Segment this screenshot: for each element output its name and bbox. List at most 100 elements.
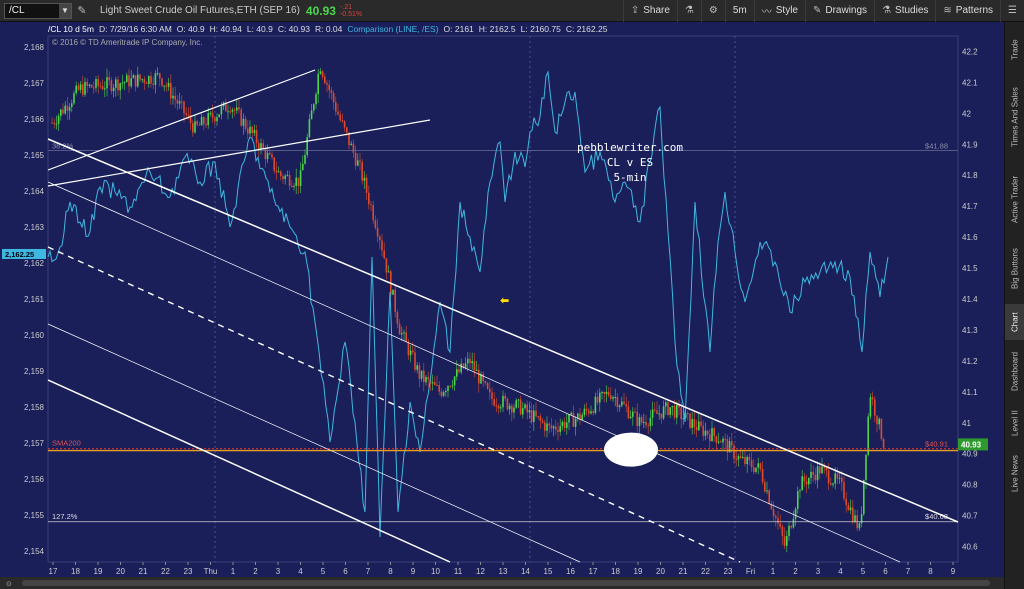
candle-body: [511, 405, 513, 413]
candle-body: [566, 422, 568, 428]
candle-body: [812, 471, 814, 475]
studies-button[interactable]: ⚗ Studies: [874, 0, 935, 22]
x-axis-tick-label: Thu: [204, 567, 218, 576]
candle-body: [423, 370, 425, 383]
tab-active-trader[interactable]: Active Trader: [1005, 164, 1024, 234]
candle-body: [297, 177, 300, 187]
candle-body: [882, 439, 885, 448]
channel-lower-mid-line: [47, 323, 581, 563]
fib-1272-label: 127.2%: [52, 512, 78, 521]
tab-big-buttons[interactable]: Big Buttons: [1005, 238, 1024, 300]
candle-body: [456, 369, 458, 377]
x-axis-tick-label: 17: [49, 567, 58, 576]
x-axis-tick-label: 1: [771, 567, 776, 576]
candle-body: [398, 323, 401, 335]
arrow-left-icon: ⬅: [500, 295, 509, 307]
candle-body: [649, 417, 652, 426]
right-axis-tick-label: 40.6: [962, 543, 978, 552]
tab-times-and-sales[interactable]: Times And Sales: [1005, 74, 1024, 160]
candle-body: [843, 482, 845, 499]
candle-body: [594, 396, 597, 414]
candle-body: [141, 79, 143, 81]
candle-body: [830, 483, 832, 485]
candle-body: [409, 350, 412, 356]
candle-body: [335, 102, 337, 112]
candle-body: [539, 416, 542, 421]
chart-info-bar: /CL 10 d 5m D: 7/29/16 6:30 AM O: 40.9 H…: [48, 22, 607, 36]
x-axis-tick-label: 8: [388, 567, 393, 576]
x-axis-tick-label: 21: [679, 567, 688, 576]
candle-body: [295, 177, 297, 186]
candle-body: [878, 418, 880, 425]
candle-body: [863, 479, 865, 515]
right-axis-tick-label: 42.1: [962, 78, 978, 87]
candle-body: [768, 490, 770, 504]
candle-body: [343, 121, 346, 128]
patterns-button[interactable]: ≋ Patterns: [935, 0, 1000, 22]
drawings-button[interactable]: ✎ Drawings: [804, 0, 874, 22]
menu-button[interactable]: ☰: [1000, 0, 1024, 22]
tab-chart[interactable]: Chart: [1005, 304, 1024, 340]
flask-button[interactable]: ⚗: [676, 0, 701, 22]
candle-body: [82, 84, 84, 95]
candle-body: [623, 401, 625, 405]
candle-body: [156, 73, 159, 75]
candle-body: [574, 418, 577, 427]
candle-body: [618, 405, 621, 408]
candle-body: [396, 311, 399, 324]
candle-body: [880, 418, 883, 440]
candle-body: [491, 392, 493, 400]
x-axis-tick-label: 9: [411, 567, 416, 576]
candle-body: [489, 388, 491, 393]
candle-body: [535, 410, 537, 417]
tab-trade[interactable]: Trade: [1005, 30, 1024, 70]
candle-body: [392, 289, 394, 295]
symbol-input[interactable]: /CL ▼: [4, 2, 72, 19]
bar-high: H: 40.94: [209, 24, 242, 34]
candle-body: [537, 416, 539, 418]
tab-live-news[interactable]: Live News: [1005, 448, 1024, 500]
candle-body: [552, 426, 555, 429]
link-icon[interactable]: ✎: [72, 4, 92, 17]
right-axis-tick-label: 42: [962, 109, 971, 118]
candle-body: [143, 79, 146, 83]
candle-body: [55, 123, 58, 125]
candle-body: [680, 407, 682, 420]
chevron-down-icon[interactable]: ▼: [59, 3, 71, 18]
candle-body: [816, 466, 819, 481]
settings-button[interactable]: ⚙: [700, 0, 725, 22]
tab-level-ii[interactable]: Level II: [1005, 402, 1024, 444]
share-button[interactable]: ⇪ Share: [622, 0, 677, 22]
candle-body: [165, 85, 168, 87]
candle-body: [258, 143, 260, 150]
candle-body: [134, 75, 137, 87]
candle-body: [209, 112, 212, 114]
price-chart[interactable]: 38.2% $41.88SMA200 $40.91127.2% $40.68⬅40.9…: [0, 22, 1004, 589]
style-button[interactable]: 〰 Style: [753, 0, 805, 22]
timeframe-button[interactable]: 5m: [724, 0, 754, 22]
chart-annotation: pebblewriter.com CL v ES 5-min: [530, 140, 730, 185]
tab-dashboard[interactable]: Dashboard: [1005, 344, 1024, 398]
candle-body: [508, 405, 511, 410]
x-axis-tick-label: 20: [116, 567, 125, 576]
candle-body: [548, 423, 550, 426]
candle-body: [247, 128, 249, 134]
candle-body: [691, 419, 693, 428]
candle-body: [695, 427, 698, 431]
candle-body: [779, 523, 781, 527]
candle-body: [128, 75, 130, 87]
candle-body: [319, 71, 322, 74]
x-axis-tick-label: 1: [231, 567, 236, 576]
candle-body: [471, 361, 473, 364]
current-price-tag-label: 40.93: [961, 440, 982, 449]
candle-body: [585, 408, 588, 411]
chart-area[interactable]: 38.2% $41.88 SMA200 $40.91 127.2% $40.68 ⬅ 40.9…: [0, 22, 1004, 589]
x-axis-tick-label: 8: [928, 567, 933, 576]
candle-body: [570, 412, 572, 415]
candle-body: [673, 405, 676, 418]
x-axis-tick-label: 2: [793, 567, 798, 576]
candle-body: [324, 76, 326, 84]
x-axis-tick-label: 20: [656, 567, 665, 576]
comp-low: L: 2160.75: [520, 24, 561, 34]
candle-body: [519, 399, 522, 415]
